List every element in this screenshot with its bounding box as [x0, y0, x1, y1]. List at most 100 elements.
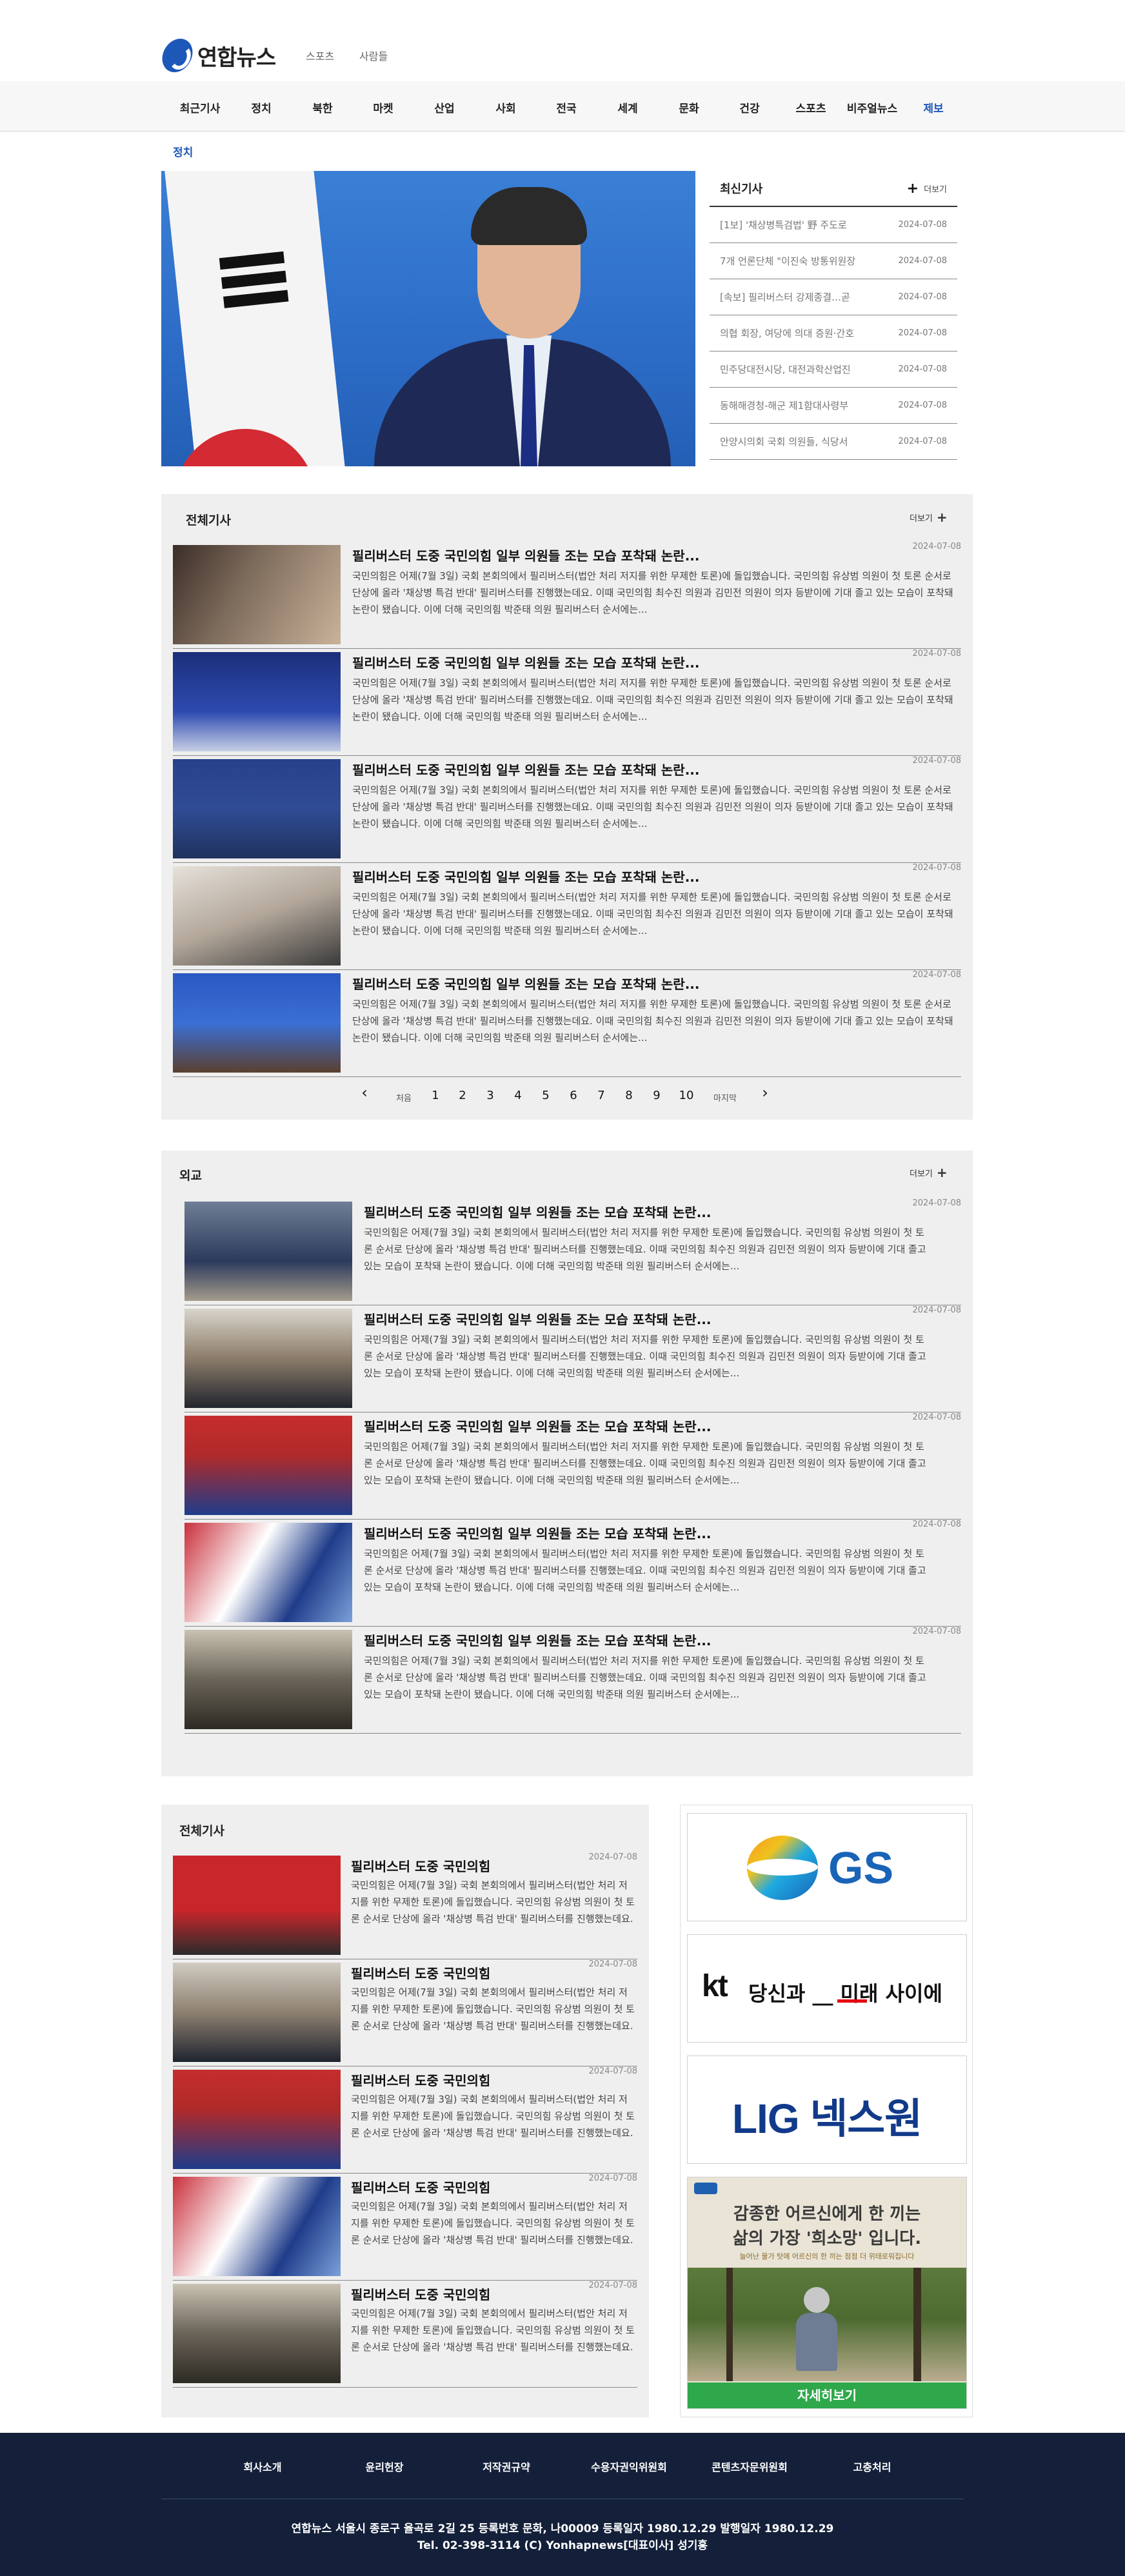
last-page-button[interactable]: 마지막 [713, 1091, 737, 1104]
latest-item[interactable]: 7개 언론단체 "이진숙 방통위원장 2024-07-08 [710, 243, 957, 279]
all-news-title: 전체기사 [186, 513, 231, 528]
latest-item[interactable]: 안양시의회 국회 의원들, 식당서 2024-07-08 [710, 424, 957, 460]
nav-item-visual-news[interactable]: 비주얼뉴스 [847, 99, 897, 115]
article-row[interactable]: 필리버스터 도중 국민의힘 2024-07-08 국민의힘은 어제(7월 3일)… [173, 1852, 637, 1959]
header-link-sports[interactable]: 스포츠 [306, 48, 334, 63]
article-headline[interactable]: 필리버스터 도중 국민의힘 일부 의원들 조는 모습 포착돼 논란... [352, 653, 804, 671]
article-thumbnail[interactable] [173, 866, 341, 966]
article-headline[interactable]: 필리버스터 도중 국민의힘 [351, 2070, 544, 2089]
article-thumbnail[interactable] [173, 1963, 341, 2062]
article-row[interactable]: 필리버스터 도중 국민의힘 일부 의원들 조는 모습 포착돼 논란... 202… [173, 970, 961, 1077]
article-thumbnail[interactable] [184, 1202, 352, 1301]
latest-item[interactable]: [속보] 필리버스터 강제종결…곧 2024-07-08 [710, 279, 957, 315]
ad-gs[interactable]: GS [687, 1813, 967, 1921]
diplomacy-more-link[interactable]: 더보기 + [910, 1165, 948, 1180]
article-headline[interactable]: 필리버스터 도중 국민의힘 일부 의원들 조는 모습 포착돼 논란... [364, 1630, 815, 1649]
page-link[interactable]: 8 [625, 1089, 632, 1102]
prev-page-button[interactable]: ‹ [361, 1084, 368, 1102]
article-thumbnail[interactable] [173, 2177, 341, 2276]
campaign-detail-button[interactable]: 자세히보기 [688, 2383, 966, 2408]
article-headline[interactable]: 필리버스터 도중 국민의힘 일부 의원들 조는 모습 포착돼 논란... [364, 1202, 815, 1221]
article-headline[interactable]: 필리버스터 도중 국민의힘 일부 의원들 조는 모습 포착돼 논란... [352, 974, 804, 993]
article-headline[interactable]: 필리버스터 도중 국민의힘 일부 의원들 조는 모습 포착돼 논란... [352, 867, 804, 886]
ad-lig[interactable]: LIG 넥스원 [687, 2056, 967, 2164]
nav-item-north-korea[interactable]: 북한 [312, 99, 332, 115]
nav-item-nation[interactable]: 전국 [556, 99, 576, 115]
page-link[interactable]: 9 [653, 1089, 660, 1102]
latest-item[interactable]: [1보] '채상병특검법' 野 주도로 2024-07-08 [710, 207, 957, 243]
lig-logo-text: LIG 넥스원 [732, 2095, 922, 2142]
article-row[interactable]: 필리버스터 도중 국민의힘 2024-07-08 국민의힘은 어제(7월 3일)… [173, 2066, 637, 2174]
footer-link-ethics[interactable]: 윤리헌장 [366, 2459, 404, 2474]
footer-link-copyright[interactable]: 저작권규약 [483, 2459, 530, 2474]
article-row[interactable]: 필리버스터 도중 국민의힘 일부 의원들 조는 모습 포착돼 논란... 202… [173, 756, 961, 863]
article-headline[interactable]: 필리버스터 도중 국민의힘 일부 의원들 조는 모습 포착돼 논란... [352, 546, 804, 564]
site-logo[interactable]: 연합뉴스 [159, 37, 289, 74]
article-row[interactable]: 필리버스터 도중 국민의힘 일부 의원들 조는 모습 포착돼 논란... 202… [173, 863, 961, 970]
nav-item-culture[interactable]: 문화 [679, 99, 699, 115]
article-thumbnail[interactable] [173, 2070, 341, 2169]
article-thumbnail[interactable] [173, 759, 341, 858]
article-row[interactable]: 필리버스터 도중 국민의힘 일부 의원들 조는 모습 포착돼 논란... 202… [173, 542, 961, 649]
footer-link-viewer-rights[interactable]: 수용자권익위원회 [591, 2459, 667, 2474]
article-headline[interactable]: 필리버스터 도중 국민의힘 일부 의원들 조는 모습 포착돼 논란... [364, 1416, 815, 1435]
latest-item[interactable]: 민주당대전시당, 대전과학산업진 2024-07-08 [710, 352, 957, 388]
nav-item-report[interactable]: 제보 [923, 99, 943, 115]
article-row[interactable]: 필리버스터 도중 국민의힘 일부 의원들 조는 모습 포착돼 논란... 202… [184, 1198, 961, 1305]
article-row[interactable]: 필리버스터 도중 국민의힘 2024-07-08 국민의힘은 어제(7월 3일)… [173, 2281, 637, 2388]
article-thumbnail[interactable] [173, 1856, 341, 1955]
article-headline[interactable]: 필리버스터 도중 국민의힘 일부 의원들 조는 모습 포착돼 논란... [364, 1523, 815, 1542]
article-date: 2024-07-08 [588, 1852, 637, 1862]
footer-link-about[interactable]: 회사소개 [244, 2459, 282, 2474]
article-row[interactable]: 필리버스터 도중 국민의힘 일부 의원들 조는 모습 포착돼 논란... 202… [173, 649, 961, 756]
article-thumbnail[interactable] [173, 545, 341, 644]
article-thumbnail[interactable] [173, 973, 341, 1073]
page-link[interactable]: 7 [597, 1089, 604, 1102]
page-link[interactable]: 10 [679, 1089, 694, 1102]
nav-item-world[interactable]: 세계 [617, 99, 637, 115]
page-link[interactable]: 2 [459, 1089, 466, 1102]
latest-item[interactable]: 의협 회장, 여당에 의대 증원·간호 2024-07-08 [710, 315, 957, 352]
nav-item-latest[interactable]: 최근기사 [180, 99, 221, 115]
nav-item-society[interactable]: 사회 [495, 99, 515, 115]
all-news-more-link[interactable]: 더보기 + [910, 510, 948, 525]
page-link[interactable]: 5 [542, 1089, 549, 1102]
article-row[interactable]: 필리버스터 도중 국민의힘 일부 의원들 조는 모습 포착돼 논란... 202… [184, 1520, 961, 1627]
nav-item-health[interactable]: 건강 [739, 99, 759, 115]
hero-photo[interactable] [161, 171, 695, 466]
article-headline[interactable]: 필리버스터 도중 국민의힘 [351, 1856, 544, 1875]
header-link-people[interactable]: 사람들 [359, 48, 388, 63]
page-link[interactable]: 6 [570, 1089, 577, 1102]
ad-campaign[interactable]: 감종한 어르신에게 한 끼는 삶의 가장 '희소망' 입니다. 늘어난 물가 탓… [687, 2177, 967, 2409]
article-thumbnail[interactable] [184, 1309, 352, 1408]
nav-item-sports[interactable]: 스포츠 [796, 99, 826, 115]
footer-link-content-advisory[interactable]: 콘텐츠자문위원회 [712, 2459, 788, 2474]
page-link[interactable]: 4 [514, 1089, 521, 1102]
article-thumbnail[interactable] [173, 2284, 341, 2383]
first-page-button[interactable]: 처음 [396, 1091, 412, 1104]
next-page-button[interactable]: › [762, 1084, 768, 1102]
article-row[interactable]: 필리버스터 도중 국민의힘 2024-07-08 국민의힘은 어제(7월 3일)… [173, 1959, 637, 2066]
ad-kt[interactable]: kt 당신과 __ 미래 사이에 [687, 1934, 967, 2043]
nav-item-market[interactable]: 마켓 [373, 99, 393, 115]
article-headline[interactable]: 필리버스터 도중 국민의힘 일부 의원들 조는 모습 포착돼 논란... [352, 760, 804, 778]
latest-more-link[interactable]: + 더보기 [907, 181, 947, 197]
nav-item-industry[interactable]: 산업 [434, 99, 454, 115]
article-headline[interactable]: 필리버스터 도중 국민의힘 [351, 2177, 544, 2196]
article-thumbnail[interactable] [184, 1523, 352, 1622]
article-row[interactable]: 필리버스터 도중 국민의힘 일부 의원들 조는 모습 포착돼 논란... 202… [184, 1305, 961, 1412]
article-headline[interactable]: 필리버스터 도중 국민의힘 [351, 1963, 544, 1982]
latest-item[interactable]: 동해해경청-해군 제1함대사령부 2024-07-08 [710, 388, 957, 424]
article-thumbnail[interactable] [184, 1416, 352, 1515]
page-link[interactable]: 1 [432, 1089, 439, 1102]
article-thumbnail[interactable] [173, 652, 341, 751]
article-headline[interactable]: 필리버스터 도중 국민의힘 [351, 2284, 544, 2303]
article-thumbnail[interactable] [184, 1630, 352, 1729]
page-link[interactable]: 3 [486, 1089, 493, 1102]
article-headline[interactable]: 필리버스터 도중 국민의힘 일부 의원들 조는 모습 포착돼 논란... [364, 1309, 815, 1328]
article-row[interactable]: 필리버스터 도중 국민의힘 일부 의원들 조는 모습 포착돼 논란... 202… [184, 1627, 961, 1734]
article-row[interactable]: 필리버스터 도중 국민의힘 2024-07-08 국민의힘은 어제(7월 3일)… [173, 2174, 637, 2281]
footer-link-grievance[interactable]: 고충처리 [853, 2459, 891, 2474]
nav-item-politics[interactable]: 정치 [251, 99, 271, 115]
article-row[interactable]: 필리버스터 도중 국민의힘 일부 의원들 조는 모습 포착돼 논란... 202… [184, 1412, 961, 1520]
